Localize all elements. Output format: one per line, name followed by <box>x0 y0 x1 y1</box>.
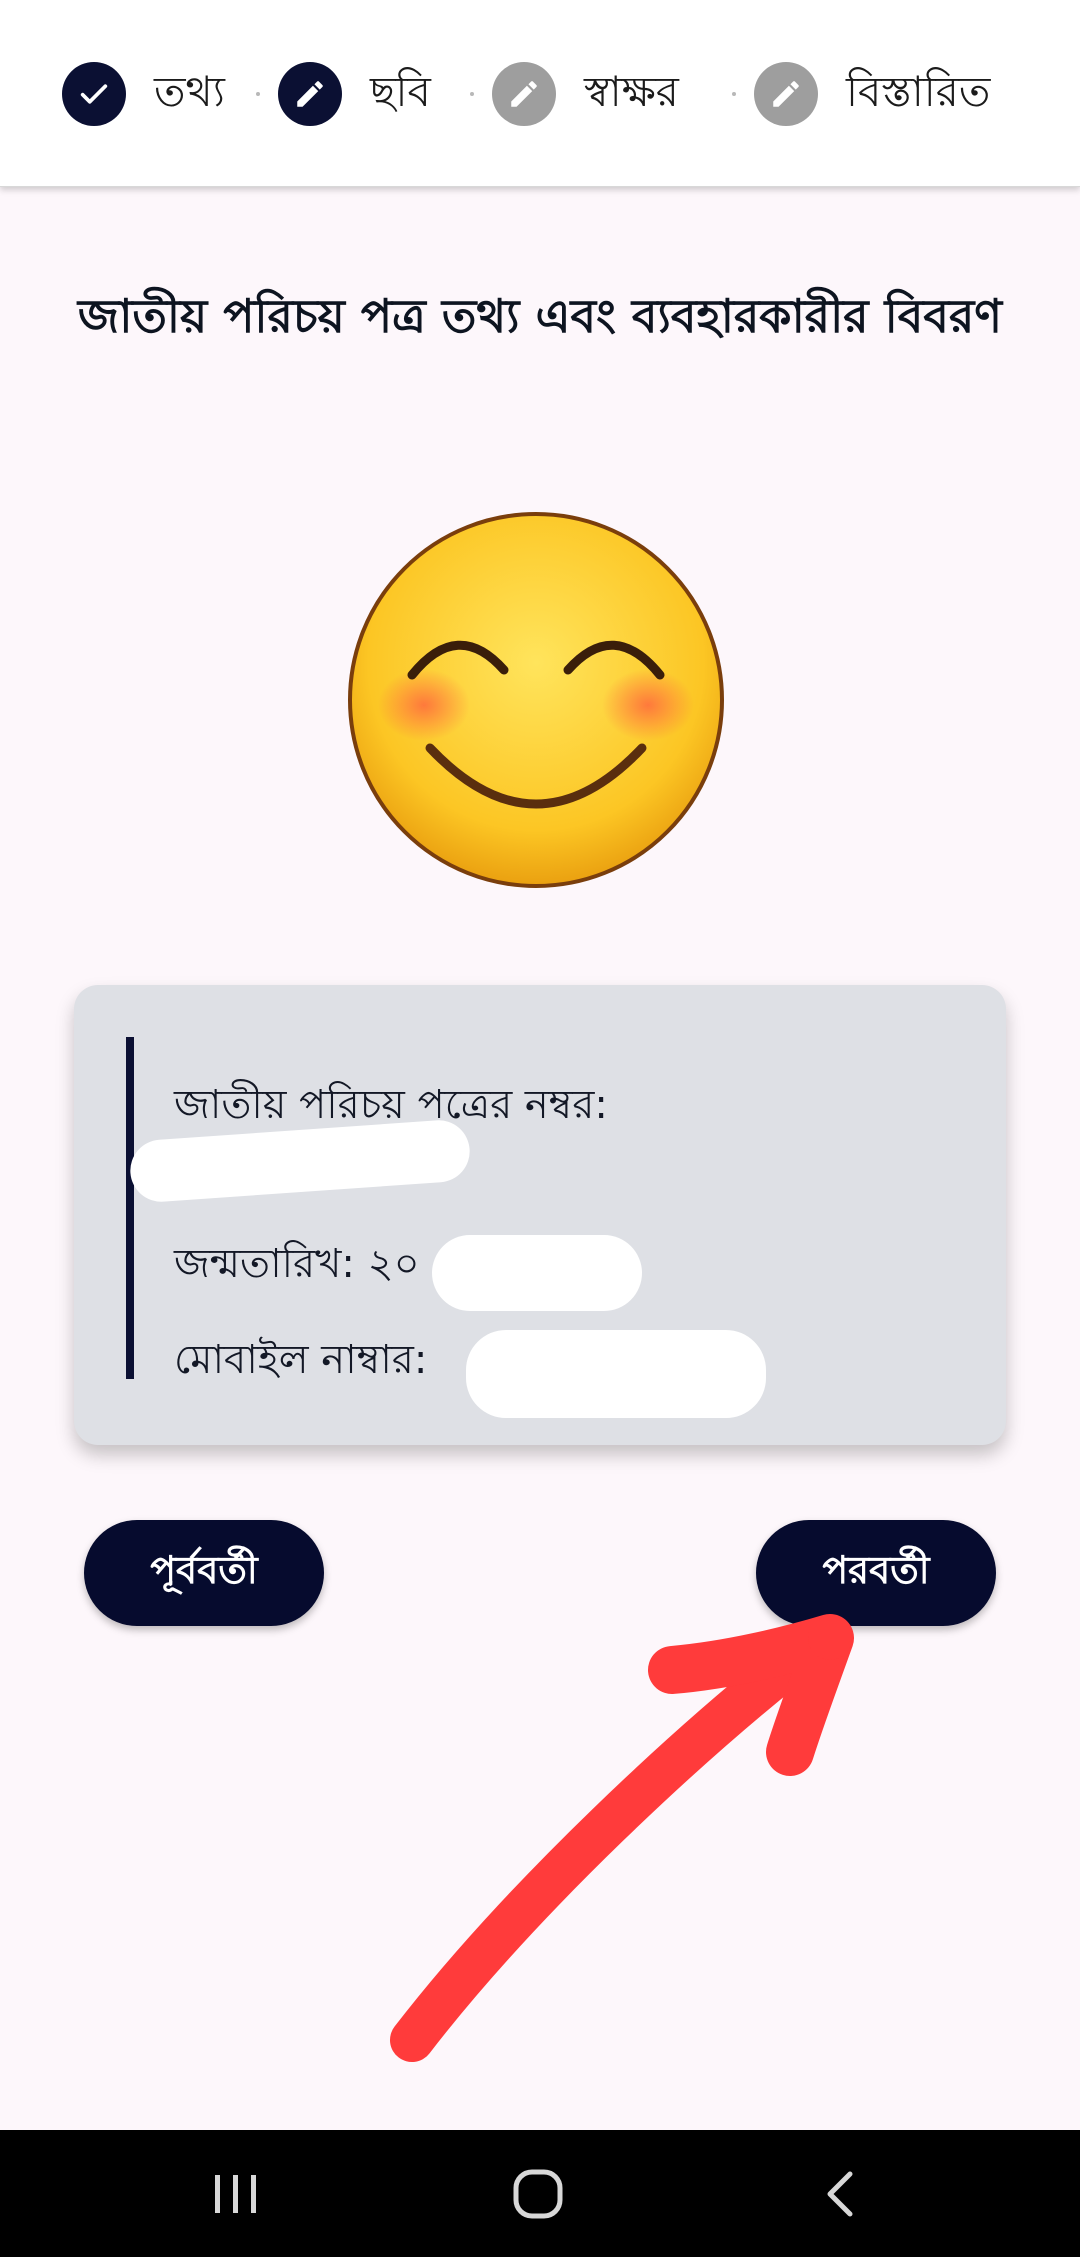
recent-apps-icon[interactable] <box>176 2154 296 2234</box>
step-photo-label: ছবি <box>370 66 431 116</box>
previous-button[interactable]: পূর্ববর্তী <box>84 1520 324 1626</box>
step-details-label: বিস্তারিত <box>846 66 991 116</box>
system-navigation-bar <box>0 2130 1080 2257</box>
home-icon[interactable] <box>478 2154 598 2234</box>
back-icon[interactable] <box>780 2154 900 2234</box>
step-info-label: তথ্য <box>154 66 225 116</box>
step-separator <box>732 92 736 96</box>
step-info[interactable]: তথ্য <box>62 62 225 126</box>
step-separator <box>470 92 474 96</box>
smiling-face-emoji-icon <box>346 500 726 890</box>
redaction-mark <box>432 1235 642 1311</box>
step-photo[interactable]: ছবি <box>278 62 431 126</box>
page-title: জাতীয় পরিচয় পত্র তথ্য এবং ব্যবহারকারীর… <box>77 289 1003 343</box>
pencil-icon <box>492 62 556 126</box>
step-signature-label: স্বাক্ষর <box>584 66 679 116</box>
next-button[interactable]: পরবর্তী <box>756 1520 996 1626</box>
check-icon <box>62 62 126 126</box>
card-accent-bar <box>126 1037 134 1379</box>
dob-label: জন্মতারিখ: ২০ <box>174 1232 420 1299</box>
step-separator <box>256 92 260 96</box>
pencil-icon <box>278 62 342 126</box>
mobile-label-text: মোবাইল নাম্বার: <box>174 1337 428 1383</box>
pencil-icon <box>754 62 818 126</box>
dob-label-text: জন্মতারিখ: <box>174 1241 355 1287</box>
stepper-header: তথ্য ছবি স্বাক্ষর বিস্তারিত <box>0 0 1080 187</box>
redaction-mark <box>466 1330 766 1418</box>
dob-value: ২০ <box>367 1241 420 1287</box>
step-details[interactable]: বিস্তারিত <box>754 62 990 126</box>
mobile-label: মোবাইল নাম্বার: <box>174 1328 427 1395</box>
nid-info-card: জাতীয় পরিচয় পত্রের নম্বর: জন্মতারিখ: ২… <box>74 985 1006 1445</box>
step-signature[interactable]: স্বাক্ষর <box>492 62 679 126</box>
